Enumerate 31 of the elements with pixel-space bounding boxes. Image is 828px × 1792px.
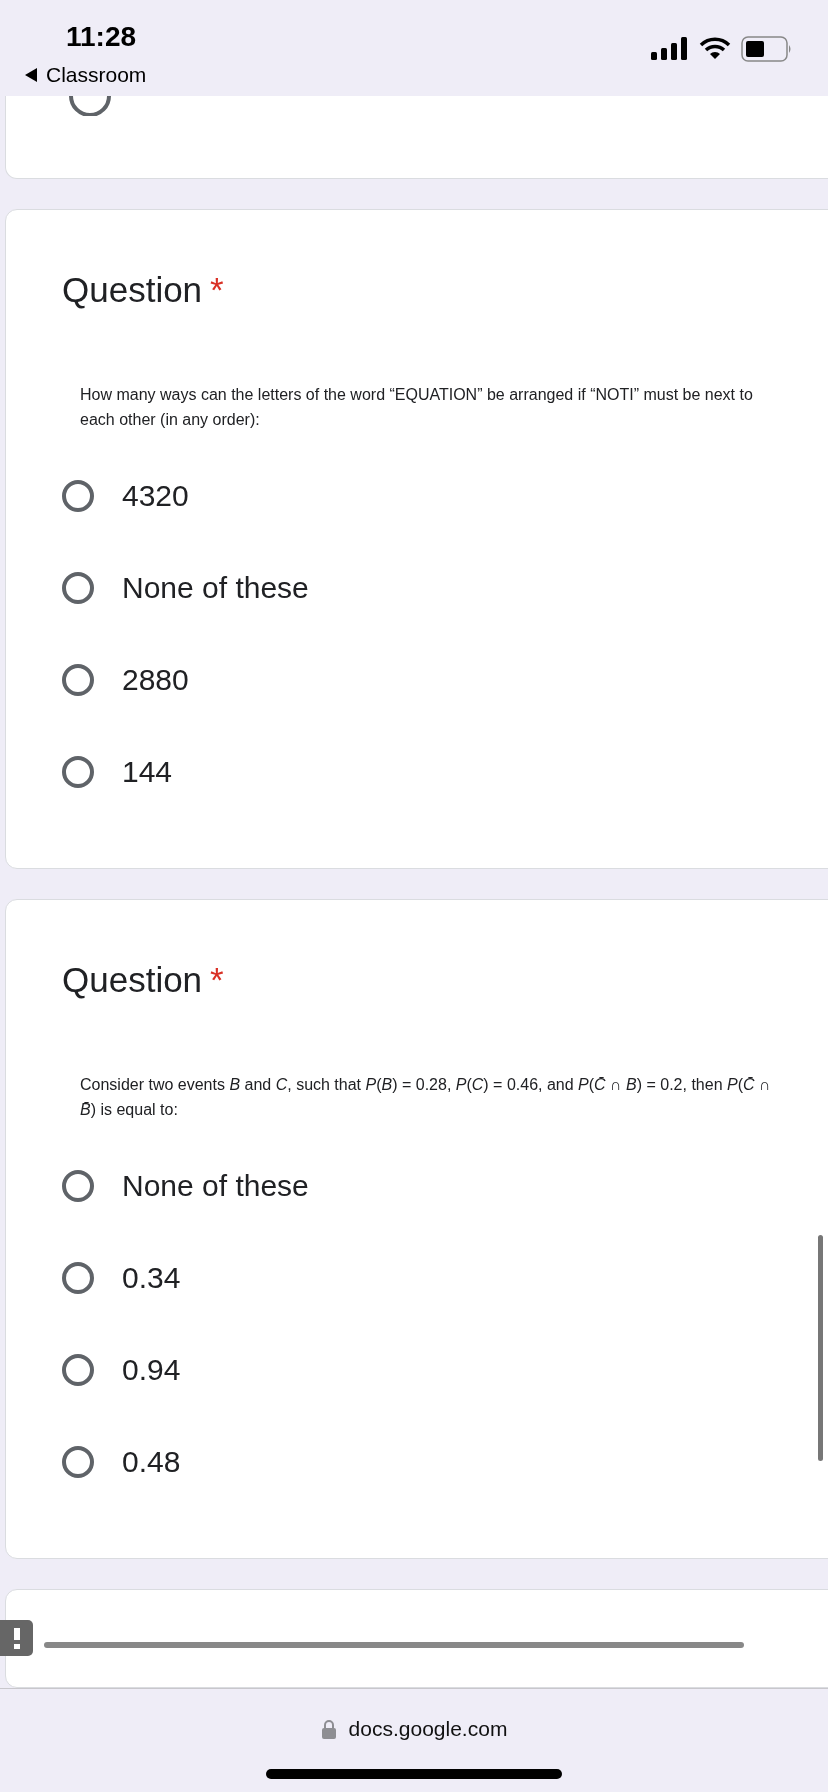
question-title: Question [62,270,203,311]
question-text: Consider two events B and C, such that P(B) = 0.28, P(C) = 0.46, and P(C̄ ∩ B) = 0.2, then P(C̄ ∩ B̄) is equal to: [79,1075,772,1121]
option-label[interactable]: 0.34 [122,1261,181,1296]
radio-button[interactable] [62,1170,94,1203]
radio-button[interactable] [62,1354,94,1387]
radio-button[interactable] [62,1446,94,1479]
radio-button[interactable] [62,664,94,697]
radio-button[interactable] [62,480,94,513]
wifi-icon [699,37,731,61]
back-arrow-icon [24,67,38,83]
radio-button[interactable] [62,1262,94,1295]
radio-icon [68,96,112,116]
option-label[interactable]: None of these [122,1169,309,1204]
option-label[interactable]: 2880 [122,663,189,698]
status-time: 11:28 [66,21,138,53]
radio-button[interactable] [62,572,94,605]
option-label[interactable]: 144 [122,755,173,790]
required-asterisk: * [210,960,224,1001]
option-label[interactable]: 0.94 [122,1353,181,1388]
url-text[interactable]: docs.google.com [348,1717,508,1741]
battery-icon [741,36,793,62]
option-label[interactable]: 0.48 [122,1445,181,1480]
question-text: How many ways can the letters of the word “EQUATION” be arranged if “NOTI” must be next to each other (in any order): [79,385,754,431]
question-title: Question [62,960,203,1001]
lock-icon [320,1719,337,1739]
back-link[interactable]: Classroom [24,63,147,87]
required-asterisk: * [210,270,224,311]
signal-icon [651,37,689,61]
option-label[interactable]: None of these [122,571,309,606]
radio-button[interactable] [62,756,94,789]
option-label[interactable]: 4320 [122,479,189,514]
